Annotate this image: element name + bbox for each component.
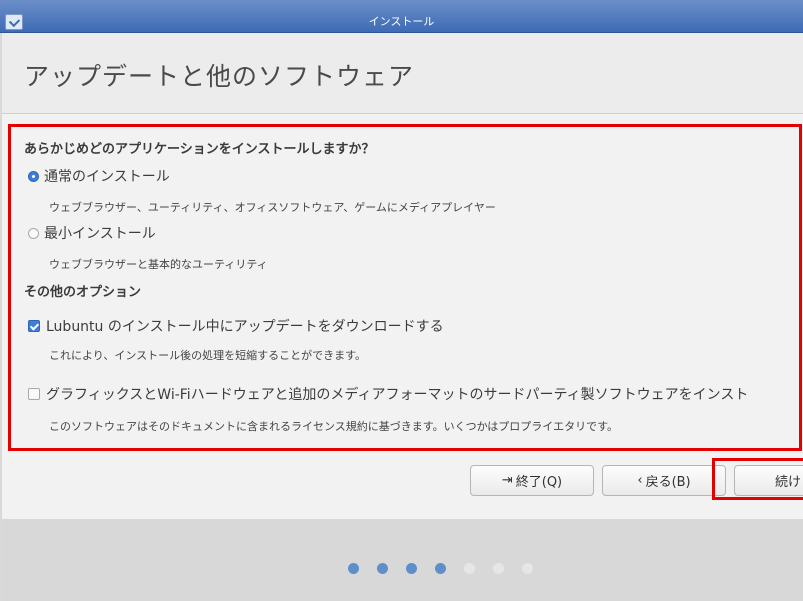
radio-unchecked-icon: [28, 227, 39, 239]
progress-dot: [522, 563, 533, 574]
quit-button-label: 終了(Q): [515, 475, 563, 490]
back-button-label: 戻る(B): [645, 475, 691, 490]
download-updates-description: これにより、インストール後の処理を短縮することができます。: [49, 349, 367, 362]
normal-install-radio[interactable]: 通常のインストール: [28, 166, 170, 186]
progress-dot: [406, 563, 417, 574]
progress-dot: [435, 563, 446, 574]
radio-checked-icon: [28, 170, 39, 182]
normal-install-description: ウェブブラウザー、ユーティリティ、オフィスソフトウェア、ゲームにメディアプレイヤ…: [49, 201, 496, 214]
normal-install-label: 通常のインストール: [44, 169, 170, 185]
back-button[interactable]: ‹ 戻る(B): [602, 465, 726, 496]
download-updates-checkbox[interactable]: Lubuntu のインストール中にアップデートをダウンロードする: [28, 316, 444, 336]
progress-dot: [348, 563, 359, 574]
footer-area: [2, 519, 803, 601]
progress-dot: [493, 563, 504, 574]
page-header: アップデートと他のソフトウェア: [2, 33, 803, 114]
download-updates-label: Lubuntu のインストール中にアップデートをダウンロードする: [46, 319, 444, 335]
checkbox-unchecked-icon: [28, 388, 40, 400]
chevron-left-icon: ‹: [637, 473, 643, 488]
minimal-install-radio[interactable]: 最小インストール: [28, 223, 156, 243]
third-party-label: グラフィックスとWi-Fiハードウェアと追加のメディアフォーマットのサードパーテ…: [46, 387, 749, 403]
checkbox-checked-icon: [28, 320, 40, 332]
minimal-install-description: ウェブブラウザーと基本的なユーティリティ: [49, 258, 268, 271]
window-titlebar[interactable]: インストール: [0, 0, 803, 33]
annotation-highlight-continue: [712, 458, 803, 500]
window-title: インストール: [368, 15, 435, 28]
install-type-question: あらかじめどのアプリケーションをインストールしますか？: [24, 142, 375, 157]
progress-dot: [464, 563, 475, 574]
third-party-description: このソフトウェアはそのドキュメントに含まれるライセンス規約に基づきます。いくつか…: [49, 420, 619, 433]
minimal-install-label: 最小インストール: [44, 226, 156, 242]
other-options-title: その他のオプション: [24, 285, 142, 300]
progress-dots: [348, 563, 551, 574]
third-party-checkbox[interactable]: グラフィックスとWi-Fiハードウェアと追加のメディアフォーマットのサードパーテ…: [28, 384, 798, 404]
page-title: アップデートと他のソフトウェア: [24, 62, 415, 91]
quit-button[interactable]: ⇥ 終了(Q): [470, 465, 594, 496]
progress-dot: [377, 563, 388, 574]
exit-icon: ⇥: [501, 473, 513, 488]
